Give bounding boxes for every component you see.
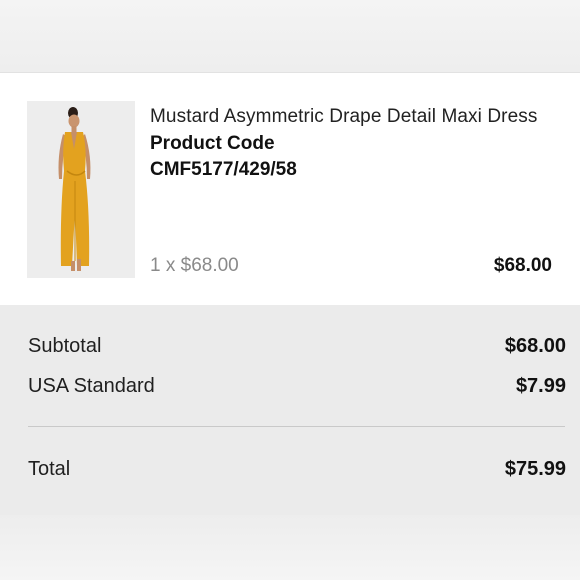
shipping-label: USA Standard — [28, 375, 155, 397]
product-code-label: Product Code — [150, 133, 275, 154]
bottom-bar — [0, 515, 580, 580]
order-summary: Subtotal $68.00 USA Standard $7.99 Total… — [0, 305, 580, 515]
total-value: $75.99 — [504, 458, 566, 480]
total-label: Total — [28, 458, 71, 480]
subtotal-label: Subtotal — [28, 335, 102, 357]
product-code-value: CMF5177/429/58 — [150, 159, 297, 180]
subtotal-value: $68.00 — [504, 335, 566, 357]
product-name[interactable]: Mustard Asymmetric Drape Detail Maxi Dre… — [150, 106, 537, 128]
product-image[interactable] — [27, 101, 135, 278]
quantity-price: 1 x $68.00 — [150, 255, 239, 276]
top-bar — [0, 0, 580, 73]
cart-item: Mustard Asymmetric Drape Detail Maxi Dre… — [0, 73, 580, 305]
line-total: $68.00 — [493, 255, 552, 276]
shipping-value: $7.99 — [515, 375, 566, 397]
summary-divider — [28, 426, 565, 427]
dress-photo-icon — [27, 101, 135, 278]
